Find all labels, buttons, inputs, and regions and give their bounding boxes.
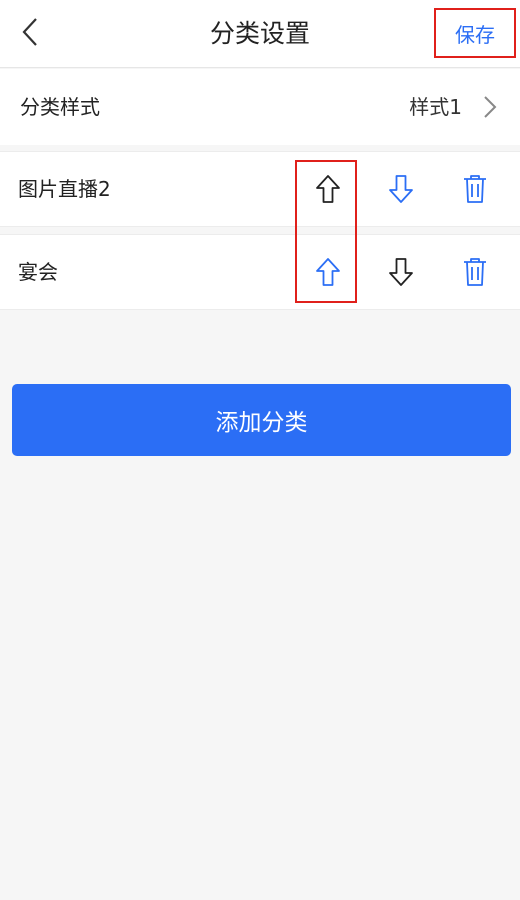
header-bar: 分类设置 保存 [0,0,520,68]
move-up-button[interactable] [308,251,348,293]
category-row: 图片直播2 [0,151,520,227]
back-button[interactable] [14,14,46,50]
delete-button[interactable] [455,168,495,210]
arrow-up-icon [316,175,340,203]
delete-button[interactable] [455,251,495,293]
move-down-button[interactable] [381,168,421,210]
arrow-up-icon [316,258,340,286]
trash-icon [464,175,486,203]
move-up-button[interactable] [308,168,348,210]
category-name: 图片直播2 [18,177,111,201]
chevron-left-icon [22,18,37,46]
move-down-button[interactable] [381,251,421,293]
category-style-value: 样式1 [409,95,462,119]
category-name: 宴会 [18,260,58,284]
arrow-down-icon [389,258,413,286]
save-button[interactable]: 保存 [434,8,516,58]
trash-icon [464,258,486,286]
category-style-row[interactable]: 分类样式 样式1 [0,69,520,145]
chevron-right-icon [484,96,497,118]
arrow-down-icon [389,175,413,203]
add-category-button[interactable]: 添加分类 [12,384,511,456]
category-row: 宴会 [0,234,520,310]
category-style-label: 分类样式 [20,95,100,119]
